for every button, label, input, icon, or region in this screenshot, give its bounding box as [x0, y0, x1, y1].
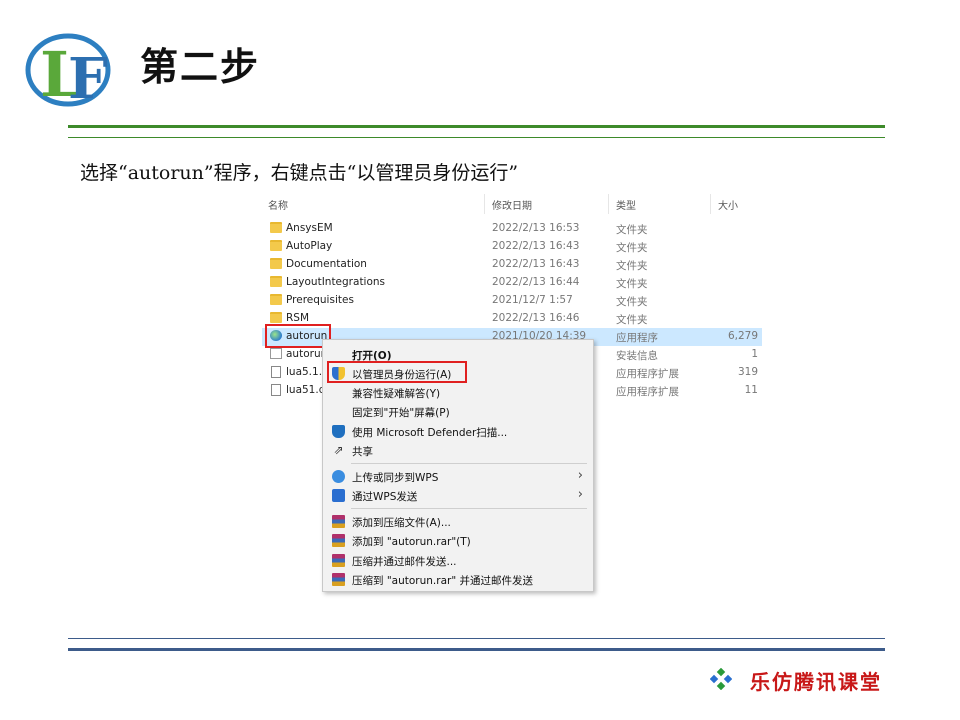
context-menu-item-label: 上传或同步到WPS: [352, 472, 439, 484]
file-icon: [271, 384, 281, 396]
file-date: 2022/2/13 16:46: [492, 312, 580, 324]
top-rule-thin: [68, 137, 885, 138]
menu-separator: [351, 508, 587, 509]
instruction-text: 选择“autorun”程序，右键点击“以管理员身份运行”: [80, 162, 519, 184]
rar-icon: [332, 573, 345, 586]
context-menu-item-label: 兼容性疑难解答(Y): [352, 388, 441, 400]
folder-icon: [270, 294, 282, 305]
column-header-type[interactable]: 类型: [616, 197, 636, 212]
info-icon: [270, 348, 282, 359]
bottom-rule-thin: [68, 638, 885, 639]
rar-icon: [332, 515, 345, 528]
column-header-size[interactable]: 大小: [718, 197, 738, 212]
folder-icon: [270, 222, 282, 233]
folder-icon: [270, 240, 282, 251]
file-row[interactable]: Prerequisites 2021/12/7 1:57 文件夹: [262, 292, 762, 310]
slide-title: 第二步: [140, 45, 261, 89]
submenu-arrow-icon: ›: [577, 487, 583, 502]
logo-letter-f: F: [68, 46, 108, 112]
file-type: 文件夹: [616, 278, 648, 290]
context-menu-item[interactable]: 兼容性疑难解答(Y): [323, 383, 593, 402]
file-name: lua51.d: [286, 384, 326, 396]
column-header-name[interactable]: 名称: [268, 197, 288, 212]
context-menu-item-label: 共享: [352, 446, 373, 458]
file-icon: [271, 366, 281, 378]
file-type: 应用程序扩展: [616, 386, 679, 398]
file-size: 319: [737, 366, 758, 378]
context-menu-item-label: 压缩并通过邮件发送...: [352, 556, 457, 568]
menu-separator: [351, 463, 587, 464]
file-size: 6,279: [727, 330, 758, 342]
context-menu-item[interactable]: 固定到"开始"屏幕(P): [323, 402, 593, 421]
rar-icon: [332, 534, 345, 547]
file-date: 2022/2/13 16:53: [492, 222, 580, 234]
file-type: 应用程序: [616, 332, 658, 344]
column-header-date[interactable]: 修改日期: [492, 197, 532, 212]
folder-icon: [270, 258, 282, 269]
file-date: 2022/2/13 16:44: [492, 276, 580, 288]
context-menu-item-label: 添加到压缩文件(A)...: [352, 517, 451, 529]
context-menu-item[interactable]: 添加到 "autorun.rar"(T): [323, 531, 593, 550]
file-type: 文件夹: [616, 296, 648, 308]
context-menu-item[interactable]: 压缩并通过邮件发送...: [323, 551, 593, 570]
file-row[interactable]: LayoutIntegrations 2022/2/13 16:44 文件夹: [262, 274, 762, 292]
brand-diamond-icon: [710, 668, 732, 690]
file-row[interactable]: Documentation 2022/2/13 16:43 文件夹: [262, 256, 762, 274]
context-menu-item-label: 固定到"开始"屏幕(P): [352, 407, 450, 419]
rar-icon: [332, 554, 345, 567]
file-row[interactable]: AnsysEM 2022/2/13 16:53 文件夹: [262, 220, 762, 238]
wps-up-icon: [332, 470, 345, 483]
context-menu-item[interactable]: 通过WPS发送 ›: [323, 486, 593, 505]
file-name: AnsysEM: [286, 222, 333, 234]
bottom-rule-thick: [68, 648, 885, 651]
file-row[interactable]: AutoPlay 2022/2/13 16:43 文件夹: [262, 238, 762, 256]
context-menu-item-label: 添加到 "autorun.rar"(T): [352, 536, 471, 548]
file-size: 11: [744, 384, 758, 396]
context-menu-item[interactable]: 压缩到 "autorun.rar" 并通过邮件发送: [323, 570, 593, 589]
column-separator: [484, 194, 485, 214]
run-as-admin-highlight-box: [327, 361, 467, 383]
folder-icon: [270, 276, 282, 287]
file-name: AutoPlay: [286, 240, 333, 252]
file-type: 文件夹: [616, 242, 648, 254]
context-menu-item-label: 使用 Microsoft Defender扫描...: [352, 427, 508, 439]
wps-send-icon: [332, 489, 345, 502]
defender-icon: [332, 425, 345, 438]
file-name: RSM: [286, 312, 310, 324]
context-menu-item[interactable]: ⇗ 共享: [323, 441, 593, 460]
context-menu-item[interactable]: 使用 Microsoft Defender扫描...: [323, 422, 593, 441]
file-type: 文件夹: [616, 314, 648, 326]
lf-logo: L F: [25, 33, 111, 112]
folder-icon: [270, 312, 282, 323]
share-icon: ⇗: [333, 443, 344, 457]
file-type: 安装信息: [616, 350, 658, 362]
file-size: 1: [751, 348, 758, 360]
context-menu-item[interactable]: 上传或同步到WPS ›: [323, 467, 593, 486]
file-type: 应用程序扩展: [616, 368, 679, 380]
brand-name: 乐仿腾讯课堂: [750, 670, 882, 694]
submenu-arrow-icon: ›: [577, 468, 583, 483]
file-date: 2022/2/13 16:43: [492, 258, 580, 270]
column-separator: [608, 194, 609, 214]
file-type: 文件夹: [616, 224, 648, 236]
file-name: LayoutIntegrations: [286, 276, 386, 288]
file-name: Documentation: [286, 258, 367, 270]
file-row[interactable]: RSM 2022/2/13 16:46 文件夹: [262, 310, 762, 328]
file-type: 文件夹: [616, 260, 648, 272]
top-rule-thick: [68, 125, 885, 128]
column-separator: [710, 194, 711, 214]
file-name: Prerequisites: [286, 294, 354, 306]
context-menu-item-label: 通过WPS发送: [352, 491, 418, 503]
file-date: 2021/12/7 1:57: [492, 294, 573, 306]
context-menu-item[interactable]: 添加到压缩文件(A)...: [323, 512, 593, 531]
context-menu-item-label: 压缩到 "autorun.rar" 并通过邮件发送: [352, 575, 533, 587]
file-date: 2022/2/13 16:43: [492, 240, 580, 252]
